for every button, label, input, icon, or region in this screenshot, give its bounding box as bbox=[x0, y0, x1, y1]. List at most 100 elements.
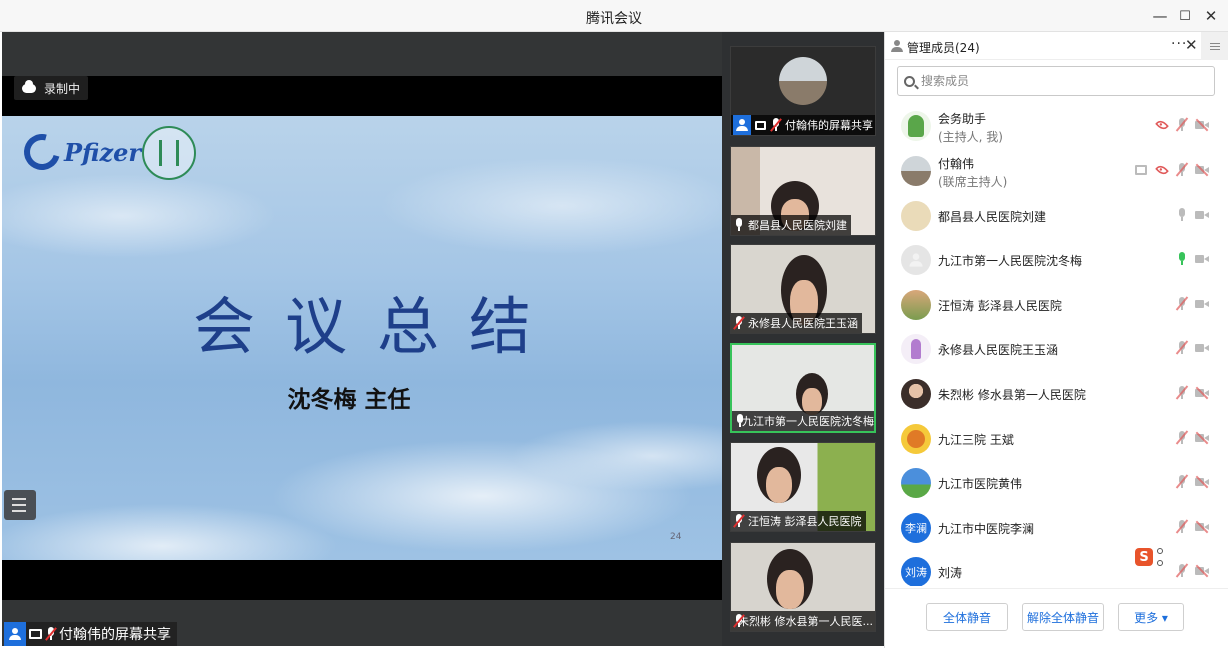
window-title: 腾讯会议 bbox=[586, 11, 642, 27]
unmute-all-button[interactable]: 解除全体静音 bbox=[1022, 603, 1104, 631]
maximize-button[interactable]: ☐ bbox=[1175, 6, 1195, 26]
figure-avatar-icon bbox=[911, 339, 921, 359]
camera-off-icon[interactable] bbox=[1195, 163, 1209, 177]
mic-muted-icon[interactable] bbox=[1175, 519, 1189, 534]
title-bar: 腾讯会议 — ☐ ✕ bbox=[0, 0, 1228, 32]
avatar bbox=[901, 290, 931, 320]
camera-off-icon[interactable] bbox=[1195, 386, 1209, 400]
screen-share-view: 录制中 Pfizer 会议总结 沈冬梅 主任 24 付翰伟的屏幕共享 bbox=[2, 32, 722, 646]
slide-page-number: 24 bbox=[670, 532, 682, 542]
mic-muted-icon[interactable] bbox=[1175, 117, 1189, 132]
video-tile[interactable]: 朱烈彬 修水县第一人民医... bbox=[730, 542, 876, 632]
default-user-icon bbox=[909, 253, 923, 267]
avatar bbox=[901, 468, 931, 498]
members-panel-header: 管理成员(24) ··· ✕ bbox=[885, 32, 1228, 60]
camera-off-icon[interactable] bbox=[1195, 475, 1209, 489]
mute-all-button[interactable]: 全体静音 bbox=[926, 603, 1008, 631]
members-panel-footer: 全体静音 解除全体静音 更多 ▾ bbox=[885, 588, 1228, 648]
mic-muted-icon[interactable] bbox=[1175, 430, 1189, 445]
more-actions-button[interactable]: 更多 ▾ bbox=[1118, 603, 1184, 631]
list-icon bbox=[12, 498, 26, 500]
avatar bbox=[901, 156, 931, 186]
member-list: 会务助手 (主持人, 我) 付翰伟 (联席主持人) 都昌县人民医院刘建 九江市第… bbox=[885, 104, 1228, 586]
video-tile[interactable]: 都昌县人民医院刘建 bbox=[730, 146, 876, 236]
tile-name-label: 付翰伟的屏幕共享 bbox=[731, 115, 875, 135]
mic-speaking-icon[interactable] bbox=[1177, 252, 1187, 266]
slide-subtitle: 沈冬梅 主任 bbox=[287, 387, 411, 413]
sogou-ime-icon: S bbox=[1135, 548, 1153, 566]
video-tile[interactable]: 付翰伟的屏幕共享 bbox=[730, 46, 876, 136]
recording-eye-icon[interactable] bbox=[1155, 118, 1169, 132]
member-search[interactable] bbox=[897, 66, 1215, 96]
tile-name-label: 汪恒涛 彭泽县人民医院 bbox=[731, 511, 866, 531]
list-item[interactable]: 付翰伟 (联席主持人) bbox=[885, 149, 1228, 193]
camera-icon[interactable] bbox=[1195, 254, 1209, 264]
input-method-widget[interactable]: S bbox=[1133, 544, 1177, 570]
list-toggle-button[interactable] bbox=[4, 490, 36, 520]
menu-icon bbox=[1210, 42, 1220, 44]
mic-icon bbox=[733, 218, 745, 232]
slide-title: 会议总结 bbox=[192, 290, 561, 363]
camera-off-icon[interactable] bbox=[1195, 520, 1209, 534]
mic-muted-icon[interactable] bbox=[1175, 474, 1189, 489]
mic-muted-icon bbox=[45, 627, 57, 641]
search-input[interactable] bbox=[921, 74, 1201, 88]
search-icon bbox=[904, 75, 915, 87]
close-panel-button[interactable]: ✕ bbox=[1185, 36, 1198, 54]
members-panel-title: 管理成员(24) bbox=[907, 41, 980, 55]
screen-share-icon bbox=[755, 120, 766, 130]
video-tile-active-speaker[interactable]: 九江市第一人民医院沈冬梅 bbox=[730, 343, 876, 433]
sharer-name: 付翰伟的屏幕共享 bbox=[59, 627, 171, 643]
dinosaur-avatar-icon bbox=[908, 115, 924, 137]
camera-icon[interactable] bbox=[1195, 299, 1209, 309]
video-tile[interactable]: 永修县人民医院王玉涵 bbox=[730, 244, 876, 334]
list-item[interactable]: 朱烈彬 修水县第一人民医院 bbox=[885, 372, 1228, 416]
camera-icon[interactable] bbox=[1195, 210, 1209, 220]
list-item[interactable]: 九江市医院黄伟 bbox=[885, 461, 1228, 505]
shared-slide: Pfizer 会议总结 沈冬梅 主任 24 bbox=[2, 116, 722, 560]
avatar bbox=[779, 57, 827, 105]
panel-menu-button[interactable] bbox=[1201, 32, 1228, 60]
mic-muted-icon bbox=[770, 118, 782, 132]
mic-muted-icon[interactable] bbox=[1175, 296, 1189, 311]
recording-label: 录制中 bbox=[44, 81, 81, 96]
recording-eye-icon[interactable] bbox=[1155, 163, 1169, 177]
screen-share-icon[interactable] bbox=[1135, 165, 1147, 175]
camera-off-icon[interactable] bbox=[1195, 564, 1209, 578]
list-item[interactable]: 会务助手 (主持人, 我) bbox=[885, 104, 1228, 148]
minimize-button[interactable]: — bbox=[1150, 6, 1170, 26]
avatar bbox=[901, 379, 931, 409]
mic-muted-icon bbox=[733, 514, 745, 528]
mic-muted-icon[interactable] bbox=[1175, 385, 1189, 400]
close-window-button[interactable]: ✕ bbox=[1201, 6, 1221, 26]
list-item[interactable]: 九江三院 王斌 bbox=[885, 417, 1228, 461]
camera-off-icon[interactable] bbox=[1195, 118, 1209, 132]
association-seal-icon bbox=[142, 126, 196, 180]
tile-name-label: 九江市第一人民医院沈冬梅 bbox=[732, 411, 874, 431]
avatar: 刘涛 bbox=[901, 557, 931, 586]
host-badge bbox=[733, 115, 751, 135]
mic-muted-icon[interactable] bbox=[1175, 340, 1189, 355]
video-strip: 付翰伟的屏幕共享 都昌县人民医院刘建 永修县人民医院王玉涵 九江市第一人民医院沈… bbox=[722, 32, 884, 646]
user-icon bbox=[9, 628, 21, 640]
tile-name-label: 都昌县人民医院刘建 bbox=[731, 215, 851, 235]
user-icon bbox=[736, 119, 748, 131]
mic-muted-icon[interactable] bbox=[1175, 162, 1189, 177]
host-badge bbox=[4, 622, 26, 646]
camera-icon[interactable] bbox=[1195, 343, 1209, 353]
list-item[interactable]: 都昌县人民医院刘建 bbox=[885, 194, 1228, 238]
list-item[interactable]: 永修县人民医院王玉涵 bbox=[885, 327, 1228, 371]
tile-name-label: 永修县人民医院王玉涵 bbox=[731, 313, 862, 333]
camera-off-icon[interactable] bbox=[1195, 431, 1209, 445]
list-item[interactable]: 汪恒涛 彭泽县人民医院 bbox=[885, 283, 1228, 327]
list-item[interactable]: 九江市第一人民医院沈冬梅 bbox=[885, 238, 1228, 282]
mic-muted-icon bbox=[733, 614, 745, 628]
mic-muted-icon[interactable] bbox=[1175, 563, 1189, 578]
recording-indicator[interactable]: 录制中 bbox=[14, 76, 89, 100]
mic-icon[interactable] bbox=[1177, 208, 1187, 222]
tile-name-label: 朱烈彬 修水县第一人民医... bbox=[731, 611, 875, 631]
ime-toggle-icon bbox=[1157, 548, 1165, 566]
basketball-avatar-icon bbox=[907, 430, 925, 448]
video-tile[interactable]: 汪恒涛 彭泽县人民医院 bbox=[730, 442, 876, 532]
mic-icon bbox=[734, 414, 743, 428]
